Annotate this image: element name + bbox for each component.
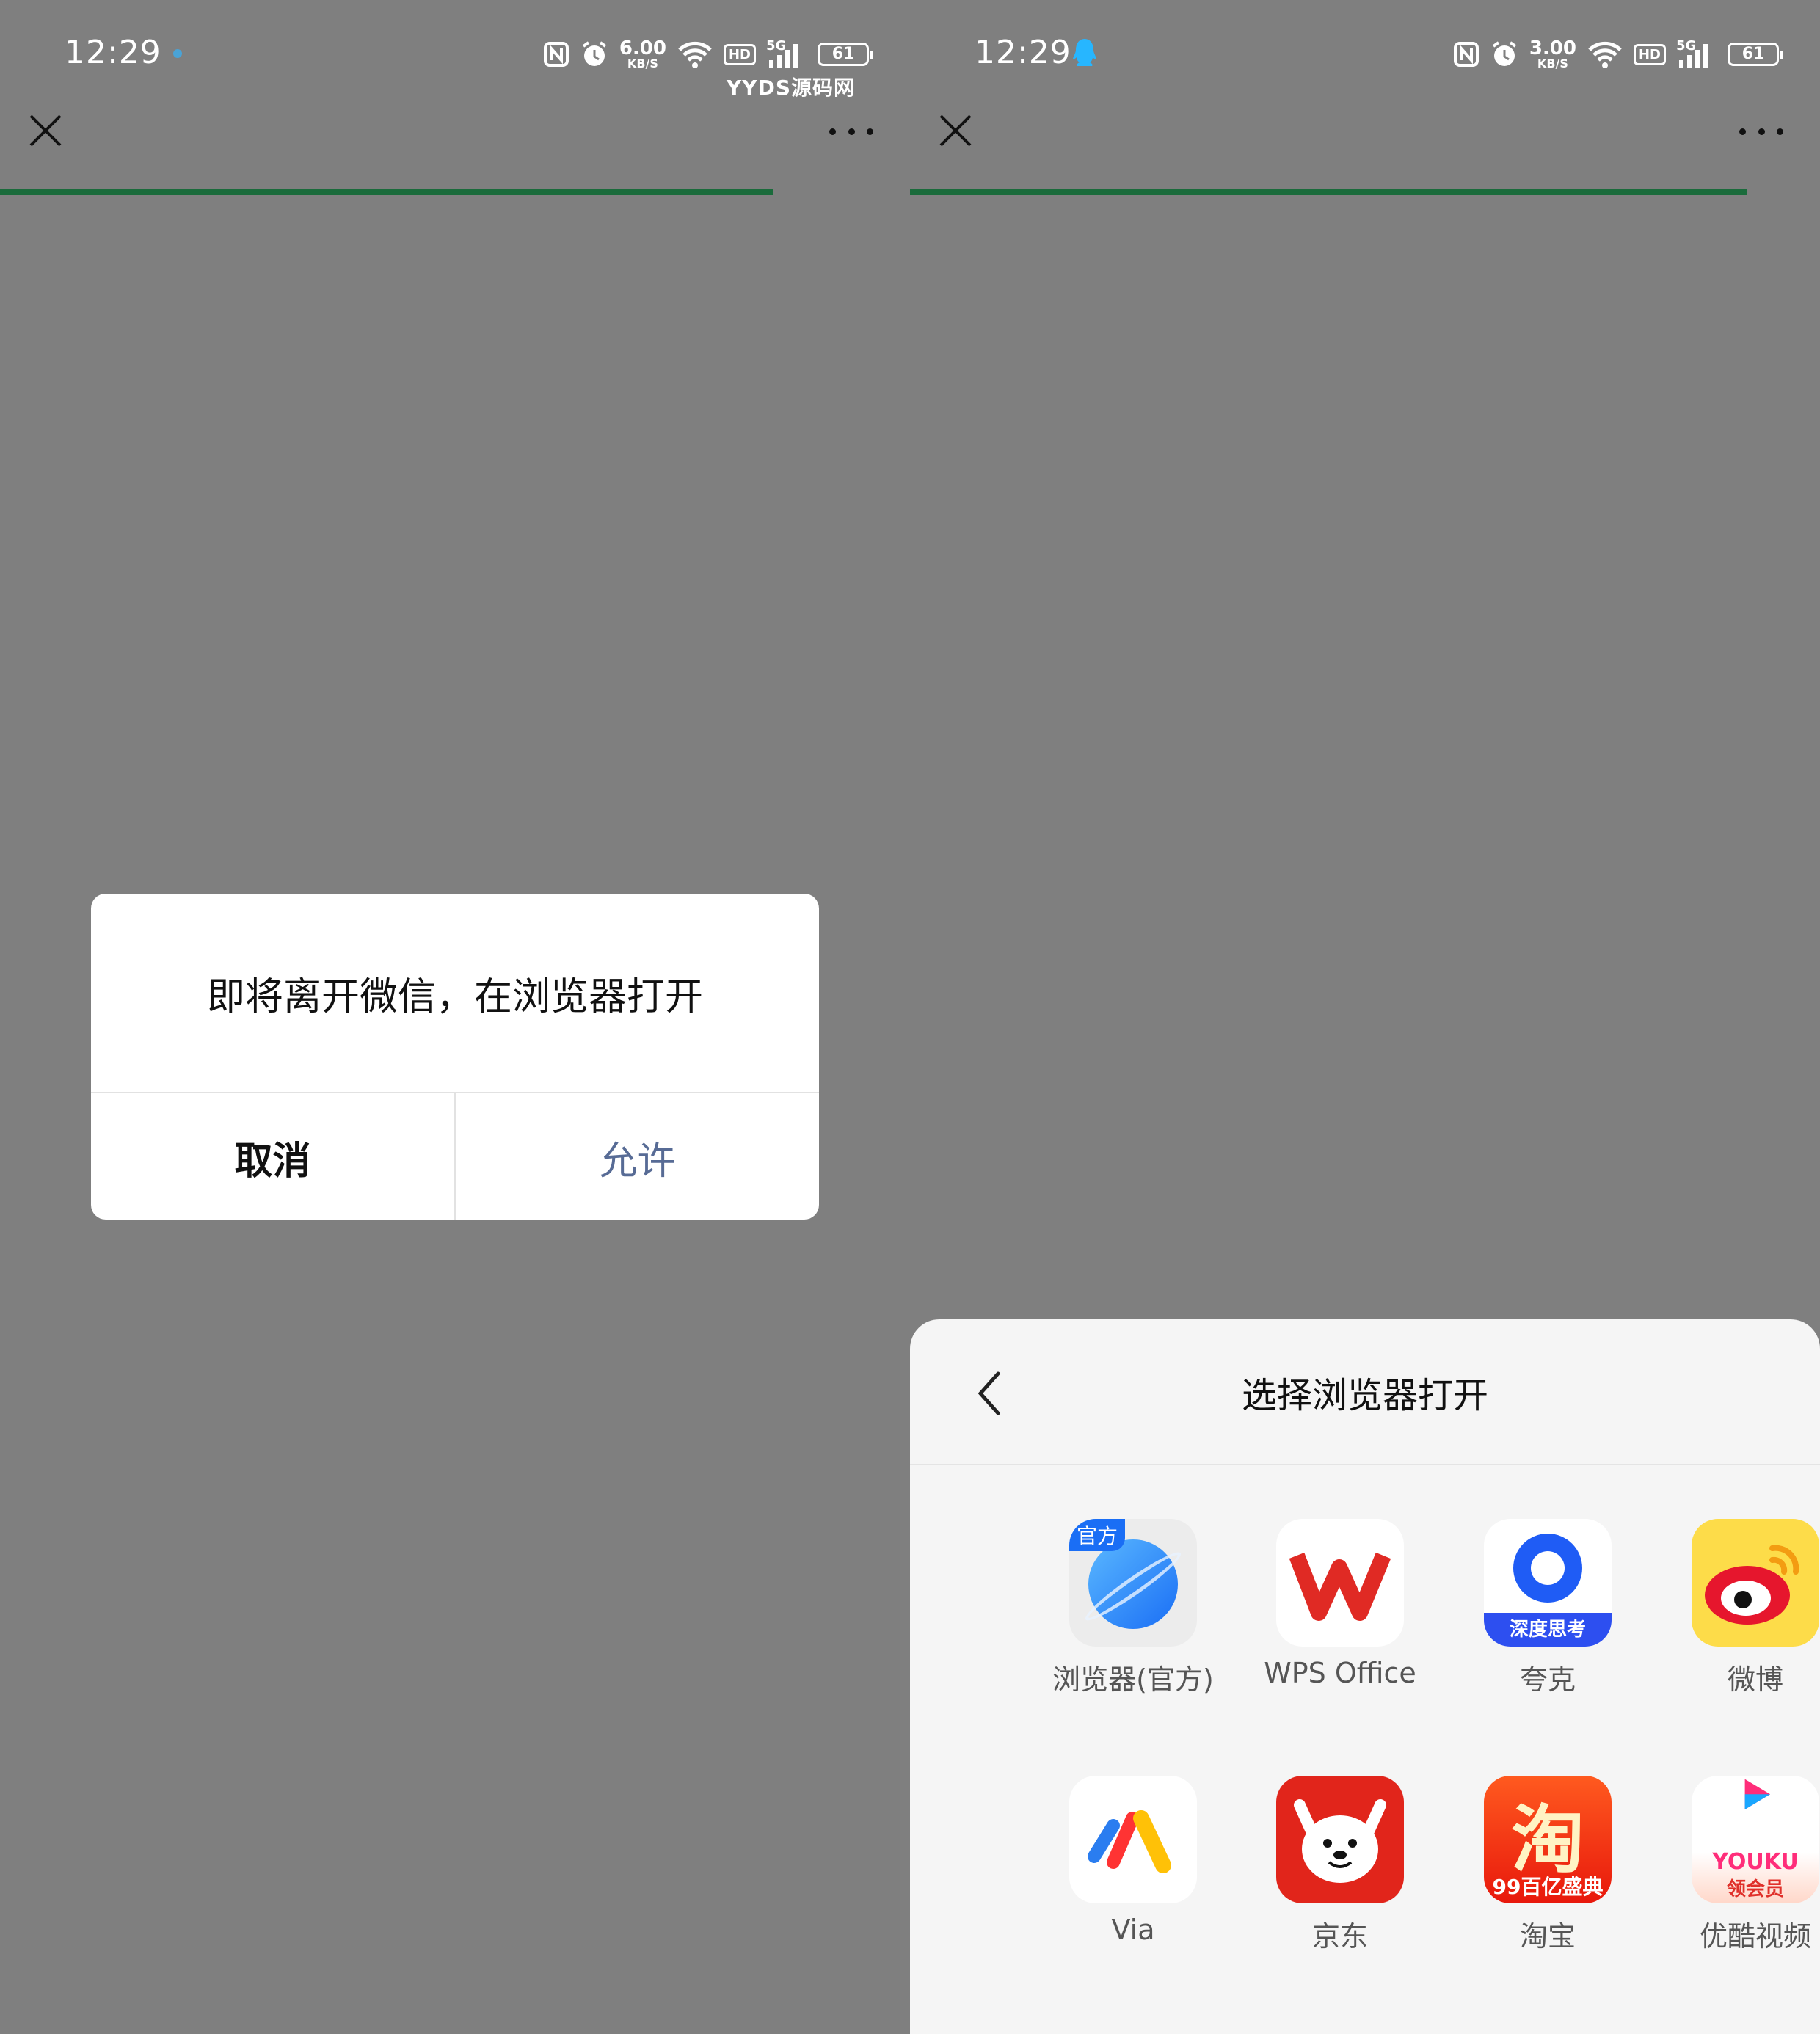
battery-icon: 61 (818, 43, 873, 66)
nfc-icon (1453, 42, 1479, 67)
app-label: 优酷视频 (1699, 1920, 1811, 1953)
app-label: 夸克 (1519, 1663, 1576, 1696)
allow-button[interactable]: 允许 (456, 1093, 819, 1220)
app-taobao[interactable]: 淘 99百亿盛典 淘宝 (1452, 1776, 1643, 1954)
dialog-message: 即将离开微信，在浏览器打开 (206, 974, 703, 1019)
back-chevron-icon[interactable] (972, 1368, 1008, 1419)
alarm-icon (582, 41, 606, 66)
browser-official-icon: 官方 (1069, 1519, 1197, 1647)
app-label: WPS Office (1264, 1657, 1416, 1689)
youku-icon: YOUKU 领会员 (1692, 1776, 1819, 1903)
taobao-icon: 淘 99百亿盛典 (1484, 1776, 1612, 1903)
alarm-icon (1492, 41, 1516, 66)
network-speed: 6.00 KB/S (619, 37, 666, 70)
cancel-button[interactable]: 取消 (91, 1093, 456, 1220)
app-jd[interactable]: 京东 (1245, 1776, 1435, 1954)
app-label: 浏览器(官方) (1052, 1663, 1214, 1696)
close-icon[interactable] (936, 112, 975, 150)
signal-icon: 5G (766, 38, 807, 69)
more-options-icon[interactable] (829, 123, 873, 139)
nav-bar (910, 99, 1820, 191)
app-browser-official[interactable]: 官方 浏览器(官方) (1038, 1519, 1228, 1697)
wifi-icon (678, 41, 712, 68)
sheet-title: 选择浏览器打开 (1241, 1374, 1488, 1416)
wps-office-icon (1276, 1519, 1404, 1647)
watermark: YYDS源码网 (727, 76, 855, 100)
signal-icon: 5G (1676, 38, 1717, 69)
status-time: 12:29 (65, 34, 161, 71)
browser-picker-sheet: 选择浏览器打开 官方 浏览器(官方) WPS Office 深度思考 夸克 微博… (910, 1319, 1820, 2034)
more-options-icon[interactable] (1739, 123, 1783, 139)
app-quark[interactable]: 深度思考 夸克 (1452, 1519, 1643, 1697)
wifi-icon (1588, 41, 1622, 68)
close-icon[interactable] (26, 112, 65, 150)
app-wps-office[interactable]: WPS Office (1245, 1519, 1435, 1689)
hd-badge: HD (1633, 43, 1666, 65)
network-speed: 3.00 KB/S (1529, 37, 1576, 70)
battery-icon: 61 (1728, 43, 1783, 66)
weibo-icon (1692, 1519, 1819, 1647)
app-via[interactable]: Via (1038, 1776, 1228, 1946)
notification-dot-icon (173, 49, 182, 58)
page-load-progress (910, 189, 1747, 195)
app-label: 微博 (1727, 1663, 1783, 1696)
jd-icon (1276, 1776, 1404, 1903)
page-load-progress (0, 189, 774, 195)
dialog-buttons: 取消 允许 (91, 1092, 819, 1220)
right-screen: 12:29 3.00 KB/S HD 5G 61 选择浏览器打开 官方 浏览器(… (910, 0, 1820, 2034)
app-label: Via (1111, 1914, 1155, 1946)
app-label: 淘宝 (1519, 1920, 1576, 1953)
status-bar: 12:29 3.00 KB/S HD 5G 61 (910, 0, 1820, 99)
status-bar: 12:29 6.00 KB/S HD 5G 61 YYDS源码网 (0, 0, 910, 100)
nfc-icon (543, 42, 569, 67)
nav-bar (0, 99, 910, 191)
status-icons: 6.00 KB/S HD 5G 61 (543, 37, 873, 70)
status-time: 12:29 (975, 34, 1071, 71)
sheet-header: 选择浏览器打开 (910, 1319, 1820, 1465)
left-screen: 12:29 6.00 KB/S HD 5G 61 YYDS源码网 即将离开微信，在… (0, 0, 910, 2034)
app-youku[interactable]: YOUKU 领会员 优酷视频 (1660, 1776, 1820, 1954)
via-icon (1069, 1776, 1197, 1903)
leave-wechat-dialog: 即将离开微信，在浏览器打开 取消 允许 (91, 894, 819, 1220)
app-label: 京东 (1311, 1920, 1368, 1953)
hd-badge: HD (723, 43, 756, 65)
app-weibo[interactable]: 微博 (1660, 1519, 1820, 1697)
status-icons: 3.00 KB/S HD 5G 61 (1453, 37, 1783, 70)
qq-notification-icon (1073, 39, 1096, 66)
quark-icon: 深度思考 (1484, 1519, 1612, 1647)
